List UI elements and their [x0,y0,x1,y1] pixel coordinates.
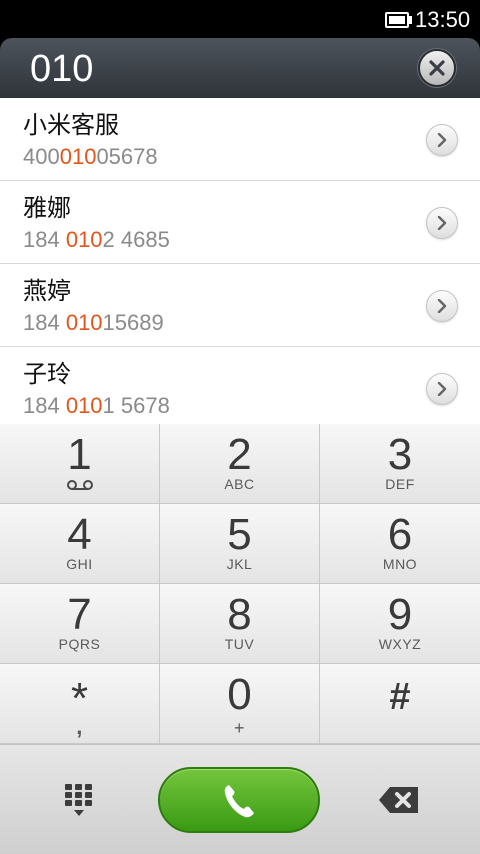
battery-nub [409,16,412,24]
dialpad-icon[interactable] [64,783,94,819]
key-8[interactable]: 8 TUV [160,584,320,664]
key-letters: JKL [226,556,253,572]
contact-number: 184 0101 5678 [23,393,170,418]
dialed-number: 010 [30,48,94,90]
key-letters: + [233,718,245,738]
clear-number-button[interactable] [418,49,456,87]
key-letters: MNO [382,556,418,572]
key-5[interactable]: 5 JKL [160,504,320,584]
key-digit: 7 [67,590,92,639]
number-match-highlight: 010 [65,227,103,252]
key-4[interactable]: 4 GHI [0,504,160,584]
contact-detail-button[interactable] [426,290,458,322]
contact-number: 40001005678 [23,144,158,169]
key-digit: 0 [227,670,252,719]
key-2[interactable]: 2 ABC [160,424,320,504]
contact-number: 184 0102 4685 [23,227,170,252]
key-digit: 8 [227,590,252,639]
dial-keypad: 1 2 ABC 3 DEF 4 GHI 5 JKL 6 MNO 7 PQRS 8… [0,424,480,744]
battery-full-icon [385,12,409,28]
key-digit: 3 [387,430,413,479]
contact-detail-button[interactable] [426,124,458,156]
chevron-right-icon [437,216,447,230]
key-letters: WXYZ [378,636,422,652]
voicemail-icon [67,480,93,490]
contact-name: 子玲 [23,360,71,388]
chevron-right-icon [437,382,447,396]
key-digit: # [389,676,411,718]
contact-detail-button[interactable] [426,207,458,239]
contact-name: 雅娜 [23,194,71,222]
close-icon [429,60,445,76]
contact-match-list: 小米客服 40001005678 雅娜 184 0102 4685 燕婷 184… [0,98,480,424]
contact-row[interactable]: 雅娜 184 0102 4685 [0,181,480,264]
key-letters: , [76,714,83,739]
key-letters: DEF [385,476,415,492]
key-1[interactable]: 1 [0,424,160,504]
key-hash[interactable]: # [320,664,480,744]
key-7[interactable]: 7 PQRS [0,584,160,664]
dialed-number-bar: 010 [0,38,480,98]
key-letters: PQRS [58,636,101,652]
key-3[interactable]: 3 DEF [320,424,480,504]
key-digit: 5 [227,510,252,559]
key-digit: 2 [227,430,252,479]
key-star[interactable]: * , [0,664,160,744]
key-0[interactable]: 0 + [160,664,320,744]
phone-icon [224,785,254,818]
key-letters: GHI [66,556,93,572]
number-match-highlight: 010 [65,310,103,335]
chevron-right-icon [437,133,447,147]
chevron-right-icon [437,299,447,313]
contact-row[interactable]: 子玲 184 0101 5678 [0,347,480,424]
call-button[interactable] [158,767,320,833]
key-digit: 4 [67,510,92,559]
key-letters: TUV [224,636,255,652]
key-6[interactable]: 6 MNO [320,504,480,584]
key-9[interactable]: 9 WXYZ [320,584,480,664]
dialer-action-bar [0,744,480,854]
contact-row[interactable]: 小米客服 40001005678 [0,98,480,181]
status-bar: 13:50 [0,0,480,38]
status-clock: 13:50 [415,7,471,32]
contact-number: 184 01015689 [23,310,164,335]
key-letters: ABC [224,476,255,492]
contact-name: 小米客服 [23,111,119,139]
key-digit: 6 [387,510,413,559]
contact-detail-button[interactable] [426,373,458,405]
contact-name: 燕婷 [23,277,71,305]
contact-row[interactable]: 燕婷 184 01015689 [0,264,480,347]
key-digit: 1 [67,430,92,479]
key-digit: 9 [387,590,413,639]
number-match-highlight: 010 [59,144,97,169]
number-match-highlight: 010 [65,393,103,418]
backspace-icon[interactable] [378,785,420,815]
